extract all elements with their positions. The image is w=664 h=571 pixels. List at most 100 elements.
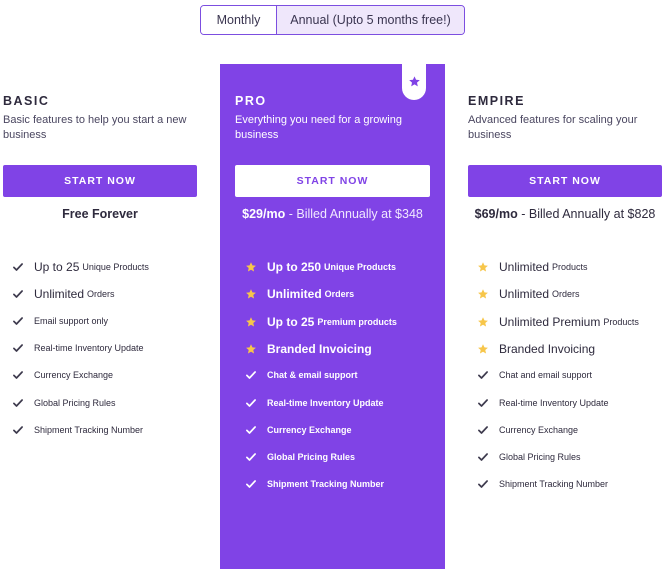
check-icon <box>476 369 490 381</box>
plan-price: Free Forever <box>3 207 197 221</box>
star-icon <box>476 261 490 273</box>
feature-item: Shipment Tracking Number <box>244 478 384 490</box>
star-icon <box>476 288 490 300</box>
feature-label: Up to 25 <box>267 314 315 329</box>
feature-detail: Orders <box>324 289 355 300</box>
check-icon <box>244 397 258 409</box>
feature-detail: Email support only <box>34 315 109 326</box>
feature-detail: Currency Exchange <box>34 370 114 381</box>
feature-label: Branded Invoicing <box>267 341 372 356</box>
feature-label: Unlimited Premium <box>499 314 601 329</box>
feature-detail: Products <box>552 262 588 272</box>
plan-pro: PRO Everything you need for a growing bu… <box>220 64 445 569</box>
feature-item: Global Pricing Rules <box>476 451 581 463</box>
feature-detail: Unique Products <box>82 262 149 272</box>
check-icon <box>11 315 25 327</box>
feature-item: Currency Exchange <box>476 424 578 436</box>
feature-item: Up to 250 Unique Products <box>244 260 396 274</box>
check-icon <box>476 451 490 463</box>
feature-detail: Shipment Tracking Number <box>267 479 385 490</box>
feature-item: Unlimited Orders <box>11 287 115 301</box>
star-icon <box>476 316 490 328</box>
feature-label: Unlimited <box>34 287 85 302</box>
feature-item: Chat and email support <box>476 369 592 381</box>
feature-item: Email support only <box>11 315 108 327</box>
price-billing: - Billed Annually at $348 <box>285 207 423 221</box>
feature-item: Chat & email support <box>244 369 358 381</box>
start-now-button[interactable]: START NOW <box>468 165 662 197</box>
feature-detail: Unique Products <box>324 262 397 272</box>
feature-item: Real-time Inventory Update <box>244 397 384 409</box>
feature-item: Real-time Inventory Update <box>476 397 609 409</box>
feature-item: Shipment Tracking Number <box>476 478 608 490</box>
feature-detail: Orders <box>552 289 580 300</box>
feature-label: Unlimited <box>499 260 550 274</box>
feature-detail: Currency Exchange <box>499 424 579 435</box>
star-icon <box>408 75 421 93</box>
feature-item: Unlimited Products <box>476 260 588 274</box>
feature-item: Unlimited Orders <box>244 287 354 301</box>
price-main: $29/mo <box>242 207 286 221</box>
toggle-monthly[interactable]: Monthly <box>201 6 277 34</box>
feature-item: Unlimited Premium Products <box>476 315 639 329</box>
star-icon <box>244 316 258 328</box>
check-icon <box>11 369 25 381</box>
feature-detail: Shipment Tracking Number <box>34 424 144 435</box>
feature-item: Up to 25 Premium products <box>244 315 397 329</box>
plan-price: $69/mo - Billed Annually at $828 <box>468 207 662 221</box>
plan-name: PRO <box>235 94 267 108</box>
feature-detail: Global Pricing Rules <box>34 397 116 408</box>
feature-label: Up to 250 <box>267 260 322 274</box>
star-icon <box>244 261 258 273</box>
feature-detail: Global Pricing Rules <box>499 452 581 463</box>
check-icon <box>476 397 490 409</box>
feature-detail: Real-time Inventory Update <box>34 342 144 353</box>
feature-detail: Chat and email support <box>499 370 593 381</box>
feature-item: Global Pricing Rules <box>11 397 116 409</box>
toggle-annual[interactable]: Annual (Upto 5 months free!) <box>277 6 464 34</box>
price-billing: - Billed Annually at $828 <box>517 207 656 221</box>
feature-detail: Premium products <box>317 316 397 327</box>
feature-detail: Chat & email support <box>267 370 358 381</box>
start-now-button[interactable]: START NOW <box>3 165 197 197</box>
feature-item: Up to 25 Unique Products <box>11 260 149 274</box>
check-icon <box>476 424 490 436</box>
feature-item: Branded Invoicing <box>244 342 372 356</box>
plan-name: EMPIRE <box>468 94 525 108</box>
check-icon <box>11 288 25 300</box>
check-icon <box>476 478 490 490</box>
feature-detail: Real-time Inventory Update <box>267 397 384 408</box>
star-icon <box>476 343 490 355</box>
plan-price: $29/mo - Billed Annually at $348 <box>220 207 445 221</box>
feature-label: Unlimited <box>499 287 550 302</box>
feature-label: Branded Invoicing <box>499 341 596 356</box>
feature-item: Shipment Tracking Number <box>11 424 143 436</box>
check-icon <box>11 342 25 354</box>
check-icon <box>244 424 258 436</box>
feature-item: Currency Exchange <box>11 369 113 381</box>
feature-item: Unlimited Orders <box>476 287 580 301</box>
feature-item: Real-time Inventory Update <box>11 342 144 354</box>
feature-item: Global Pricing Rules <box>244 451 355 463</box>
feature-detail: Currency Exchange <box>267 424 352 435</box>
start-now-button[interactable]: START NOW <box>235 165 430 197</box>
feature-item: Branded Invoicing <box>476 342 595 356</box>
star-icon <box>244 288 258 300</box>
price-main: Free Forever <box>62 207 138 221</box>
check-icon <box>244 451 258 463</box>
feature-detail: Real-time Inventory Update <box>499 397 609 408</box>
featured-ribbon <box>402 64 426 100</box>
feature-label: Up to 25 <box>34 260 80 274</box>
check-icon <box>11 397 25 409</box>
feature-label: Unlimited <box>267 287 322 302</box>
feature-detail: Shipment Tracking Number <box>499 479 609 490</box>
feature-detail: Global Pricing Rules <box>267 452 356 463</box>
star-icon <box>244 343 258 355</box>
price-main: $69/mo <box>474 207 518 221</box>
check-icon <box>11 261 25 273</box>
billing-toggle[interactable]: Monthly Annual (Upto 5 months free!) <box>200 5 465 35</box>
check-icon <box>11 424 25 436</box>
feature-detail: Orders <box>87 289 115 300</box>
feature-detail: Products <box>603 316 639 327</box>
check-icon <box>244 478 258 490</box>
